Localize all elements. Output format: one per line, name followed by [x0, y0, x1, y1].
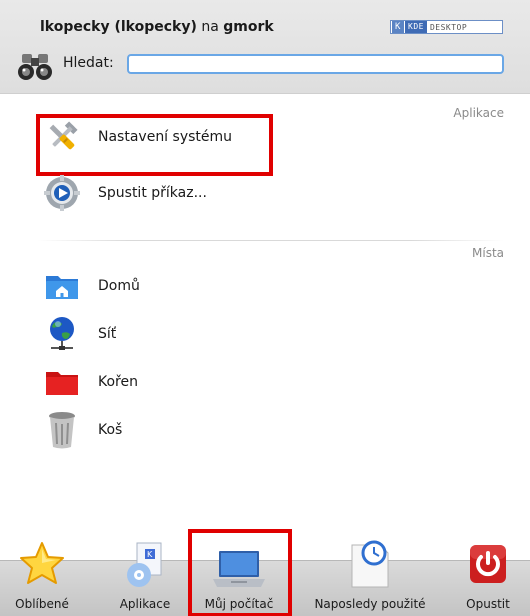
app-item-run-command[interactable]: Spustit příkaz...: [38, 171, 478, 215]
place-item-home[interactable]: Domů: [38, 264, 478, 308]
launcher-tab-bar: Oblíbené K Aplikace Můj počítač Naposled…: [0, 529, 530, 616]
place-item-label: Koš: [98, 422, 123, 438]
run-command-icon: [38, 174, 86, 212]
tab-leave[interactable]: Opustit: [456, 545, 520, 616]
binoculars-icon: [18, 54, 52, 80]
place-item-trash[interactable]: Koš: [38, 408, 478, 452]
tab-recently-used[interactable]: Naposledy použité: [304, 540, 436, 616]
place-item-network[interactable]: Síť: [38, 312, 478, 356]
tab-favorites[interactable]: Oblíbené: [12, 542, 72, 616]
tab-label: Opustit: [466, 597, 510, 611]
highlight-box-my-computer: [188, 529, 292, 616]
place-item-label: Domů: [98, 278, 140, 294]
launcher-header: lkopecky (lkopecky) na gmork K KDE DESKT…: [0, 0, 530, 94]
section-title-places: Místa: [472, 246, 504, 260]
trash-icon: [38, 410, 86, 450]
place-item-label: Kořen: [98, 374, 138, 390]
app-item-label: Spustit příkaz...: [98, 185, 207, 201]
root-folder-icon: [38, 367, 86, 397]
kde-logo-k: K: [392, 21, 404, 33]
place-item-root[interactable]: Kořen: [38, 360, 478, 404]
tab-applications[interactable]: K Aplikace: [112, 542, 178, 616]
kde-logo-desktop: DESKTOP: [429, 22, 468, 32]
star-icon: [20, 542, 64, 584]
host-name: gmork: [223, 19, 274, 35]
tab-label: Oblíbené: [15, 597, 69, 611]
user-name: lkopecky (lkopecky): [40, 19, 197, 35]
network-globe-icon: [38, 315, 86, 353]
power-icon: [470, 545, 506, 583]
section-divider: [37, 240, 504, 241]
home-folder-icon: [38, 271, 86, 301]
svg-text:K: K: [147, 550, 153, 559]
kde-desktop-logo: K KDE DESKTOP: [390, 20, 503, 34]
user-host-line: lkopecky (lkopecky) na gmork: [40, 19, 274, 35]
kde-logo-kde: KDE: [405, 21, 427, 33]
search-label: Hledat:: [63, 55, 114, 71]
search-input[interactable]: [127, 54, 504, 74]
place-item-label: Síť: [98, 326, 117, 342]
host-prefix: na: [201, 19, 219, 35]
highlight-box-settings: [36, 114, 273, 176]
applications-icon: K: [127, 542, 162, 587]
tab-label: Naposledy použité: [314, 597, 426, 611]
recent-clock-icon: [351, 540, 389, 588]
tab-label: Aplikace: [119, 597, 171, 611]
